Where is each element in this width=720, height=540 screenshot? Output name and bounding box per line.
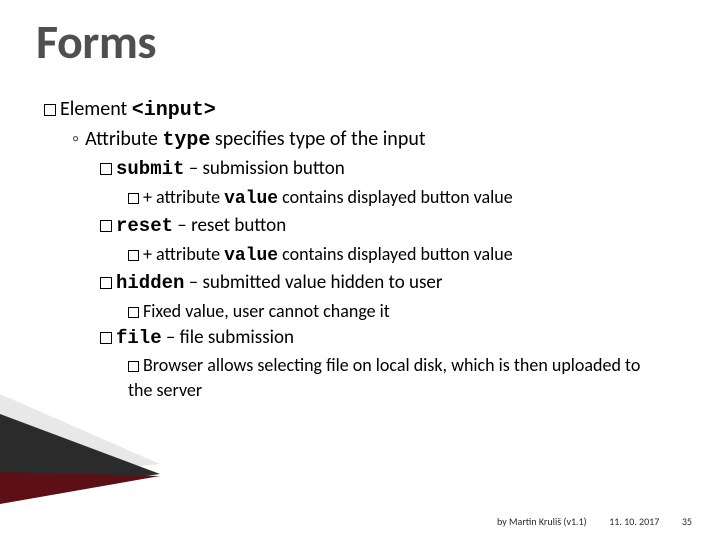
text: – submitted value hidden to user	[184, 271, 442, 294]
bullet-level4: + attribute value contains displayed but…	[128, 185, 684, 211]
text: – reset button	[173, 214, 286, 237]
code: reset	[116, 215, 173, 237]
footer-date: 11. 10. 2017	[609, 515, 659, 528]
code: type	[162, 129, 210, 152]
text: contains displayed button value	[278, 243, 513, 265]
bullet-level2: ◦Attribute type specifies type of the in…	[72, 126, 684, 154]
code: hidden	[116, 272, 184, 294]
square-bullet-icon	[128, 193, 139, 204]
square-bullet-icon	[100, 163, 112, 175]
square-bullet-icon	[128, 307, 139, 318]
text: Attribute	[85, 127, 162, 151]
code: file	[116, 327, 162, 349]
text: + attribute	[143, 243, 224, 265]
footer: by Martin Kruliš (v1.1) 11. 10. 2017 35	[497, 515, 692, 528]
slide-title: Forms	[36, 12, 156, 71]
code: <input>	[132, 99, 216, 122]
square-bullet-icon	[100, 277, 112, 289]
text: specifies type of the input	[210, 127, 425, 151]
text: – submission button	[184, 157, 344, 180]
page-number: 35	[682, 515, 692, 528]
code: value	[224, 189, 278, 209]
chevron-icon: ◦	[72, 126, 79, 153]
bullet-level3: hidden – submitted value hidden to user	[100, 270, 684, 297]
bullet-level3: submit – submission button	[100, 156, 684, 183]
text: contains displayed button value	[278, 186, 513, 208]
square-bullet-icon	[100, 220, 112, 232]
decorative-wedge	[0, 394, 160, 504]
bullet-level3: reset – reset button	[100, 213, 684, 240]
footer-author: by Martin Kruliš (v1.1)	[497, 515, 587, 528]
text: – file submission	[162, 326, 294, 349]
slide: Forms Element <input> ◦Attribute type sp…	[0, 0, 720, 540]
square-bullet-icon	[44, 104, 56, 116]
square-bullet-icon	[128, 250, 139, 261]
bullet-level3: file – file submission	[100, 325, 684, 352]
bullet-level1: Element <input>	[44, 96, 684, 124]
bullet-level4: + attribute value contains displayed but…	[128, 242, 684, 268]
bullet-level4: Browser allows selecting file on local d…	[128, 353, 668, 402]
bullet-level4: Fixed value, user cannot change it	[128, 299, 684, 323]
code: submit	[116, 158, 184, 180]
text: + attribute	[143, 186, 224, 208]
text: Fixed value, user cannot change it	[143, 300, 390, 322]
code: value	[224, 246, 278, 266]
text: Element	[60, 97, 132, 121]
square-bullet-icon	[128, 361, 139, 372]
square-bullet-icon	[100, 332, 112, 344]
text: Browser allows selecting file on local d…	[128, 354, 640, 400]
slide-content: Element <input> ◦Attribute type specifie…	[44, 96, 684, 404]
